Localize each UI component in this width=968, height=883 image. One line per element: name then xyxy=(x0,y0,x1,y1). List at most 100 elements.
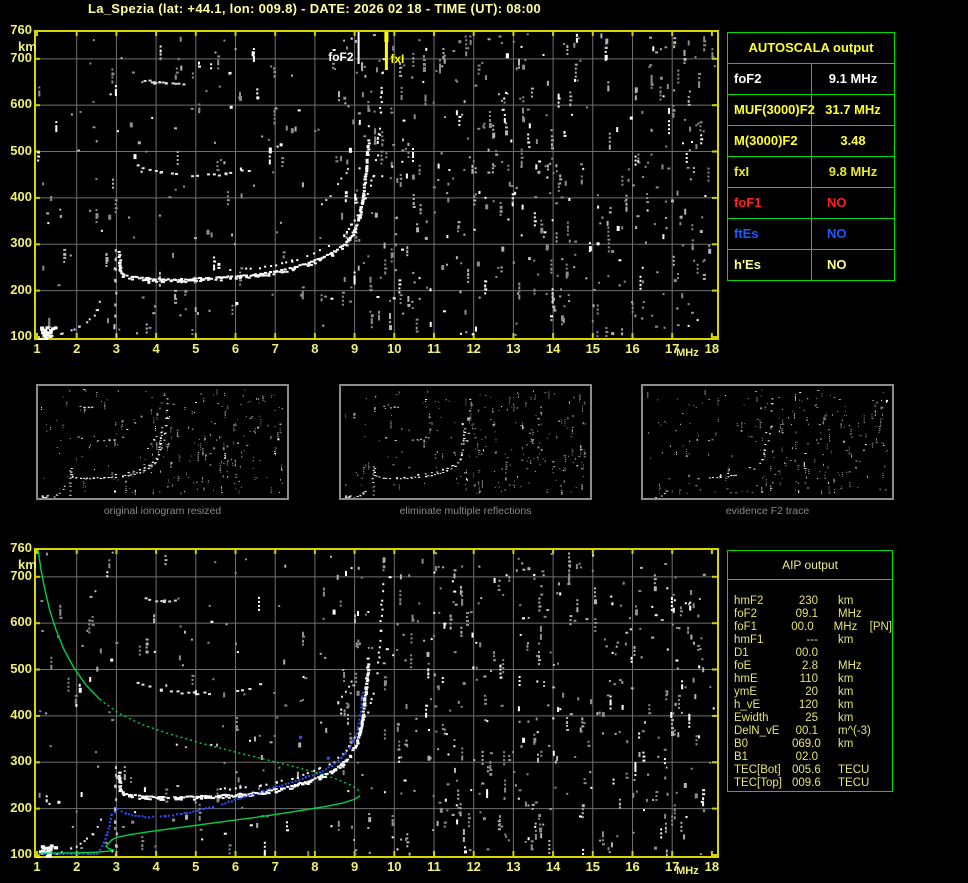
aip-label: D1 xyxy=(734,647,792,660)
aip-row-delnve: DelN_vE00.1m^(-3) xyxy=(734,725,892,738)
thumbnail-caption-eliminate: eliminate multiple reflections xyxy=(339,505,592,517)
aip-value: 20 xyxy=(792,686,818,699)
x-tick-label: 15 xyxy=(581,860,605,874)
x-tick-label: 14 xyxy=(541,860,565,874)
aip-label: TEC[Bot] xyxy=(734,764,792,777)
aip-row-hme: hmE110km xyxy=(734,673,892,686)
autoscala-param-label: foF1 xyxy=(728,188,812,218)
x-tick-label: 16 xyxy=(621,342,645,356)
aip-row-fof2: foF209.1MHz xyxy=(734,608,892,621)
aip-unit: MHz xyxy=(838,660,876,673)
aip-unit: km xyxy=(838,738,876,751)
thumbnail-eliminate-reflections-image xyxy=(341,386,590,498)
y-tick-label: 500 xyxy=(2,662,32,676)
x-axis-unit-label: MHz xyxy=(676,347,699,359)
aip-unit: m^(-3) xyxy=(838,725,876,738)
aip-value: 00.0 xyxy=(792,647,818,660)
aip-value: 2.8 xyxy=(792,660,818,673)
x-tick-label: 9 xyxy=(343,860,367,874)
autoscala-output-table: AUTOSCALA output foF29.1 MHzMUF(3000)F23… xyxy=(727,32,895,281)
aip-value: 110 xyxy=(792,673,818,686)
aip-label: B0 xyxy=(734,738,792,751)
x-tick-label: 14 xyxy=(541,342,565,356)
autoscala-param-label: ftEs xyxy=(728,219,812,249)
autoscala-row-hes: h'EsNO xyxy=(728,250,894,280)
x-tick-label: 6 xyxy=(224,860,248,874)
aip-value: 02.0 xyxy=(792,751,818,764)
aip-label: ymE xyxy=(734,686,792,699)
aip-label: hmE xyxy=(734,673,792,686)
autoscala-table-header: AUTOSCALA output xyxy=(728,33,894,64)
autoscala-window: { "title": "La_Spezia (lat: +44.1, lon: … xyxy=(0,0,968,883)
x-tick-label: 6 xyxy=(224,342,248,356)
x-tick-label: 11 xyxy=(422,860,446,874)
aip-unit: km xyxy=(838,712,876,725)
aip-table-rows: hmF2230kmfoF209.1MHzfoF100.0MHz[PN]hmF1-… xyxy=(728,580,892,790)
aip-row-tecbot: TEC[Bot]005.6TECU xyxy=(734,764,892,777)
y-tick-label: 400 xyxy=(2,708,32,722)
aip-value: --- xyxy=(792,634,818,647)
y-axis-unit-label: km xyxy=(18,558,37,572)
autoscala-param-label: M(3000)F2 xyxy=(728,126,812,156)
aip-row-foe: foE2.8 MHz xyxy=(734,660,892,673)
autoscala-param-value: NO xyxy=(812,219,894,249)
y-tick-label: 600 xyxy=(2,97,32,111)
thumbnail-original-ionogram xyxy=(36,384,289,500)
x-tick-label: 10 xyxy=(382,342,406,356)
fxI-marker-label: fxI xyxy=(390,52,404,66)
aip-row-ewidth: Ewidth25km xyxy=(734,712,892,725)
aip-unit: MHz xyxy=(838,608,876,621)
x-tick-label: 2 xyxy=(65,342,89,356)
aip-value: 069.0 xyxy=(792,738,818,751)
y-tick-label: 300 xyxy=(2,236,32,250)
x-tick-label: 1 xyxy=(25,342,49,356)
x-tick-label: 2 xyxy=(65,860,89,874)
y-tick-label: 400 xyxy=(2,190,32,204)
y-axis-unit-label: km xyxy=(18,40,37,54)
aip-row-d1: D100.0 xyxy=(734,647,892,660)
top-ionogram-panel: foF2 fxI xyxy=(34,30,719,340)
aip-extra: [PN] xyxy=(870,621,892,634)
x-axis-unit-label: MHz xyxy=(676,865,699,877)
aip-label: foE xyxy=(734,660,792,673)
x-tick-label: 3 xyxy=(104,342,128,356)
autoscala-row-ftes: ftEsNO xyxy=(728,219,894,250)
aip-row-hmf2: hmF2230km xyxy=(734,595,892,608)
autoscala-param-value: NO xyxy=(812,250,894,280)
y-tick-label: 760 xyxy=(2,23,32,37)
y-tick-label: 500 xyxy=(2,144,32,158)
aip-row-tectop: TEC[Top]009.6TECU xyxy=(734,777,892,790)
y-tick-label: 100 xyxy=(2,847,32,861)
aip-unit: km xyxy=(838,686,876,699)
autoscala-table-rows: foF29.1 MHzMUF(3000)F231.7 MHzM(3000)F23… xyxy=(728,64,894,280)
aip-label: h_vE xyxy=(734,699,792,712)
foF2-marker-label: foF2 xyxy=(328,50,354,64)
aip-unit xyxy=(838,751,876,764)
x-tick-label: 3 xyxy=(104,860,128,874)
aip-value: 120 xyxy=(792,699,818,712)
x-tick-label: 5 xyxy=(184,342,208,356)
y-tick-label: 100 xyxy=(2,329,32,343)
thumbnail-caption-original: original ionogram resized xyxy=(36,505,289,517)
y-tick-label: 200 xyxy=(2,801,32,815)
aip-row-fof1: foF100.0MHz[PN] xyxy=(734,621,892,634)
autoscala-param-value: 31.7 MHz xyxy=(812,95,894,125)
aip-value: 25 xyxy=(792,712,818,725)
bottom-ionogram-plot xyxy=(34,548,719,858)
aip-value: 009.6 xyxy=(792,777,818,790)
thumbnail-evidence-f2-trace xyxy=(641,384,894,500)
autoscala-param-value: 9.1 MHz xyxy=(812,64,894,94)
x-tick-label: 13 xyxy=(501,342,525,356)
top-ionogram-plot: foF2 fxI xyxy=(34,30,719,340)
autoscala-row-fxi: fxI9.8 MHz xyxy=(728,157,894,188)
autoscala-param-value: 3.48 xyxy=(812,126,894,156)
autoscala-row-m3000f2: M(3000)F23.48 xyxy=(728,126,894,157)
autoscala-row-fof1: foF1NO xyxy=(728,188,894,219)
aip-value: 230 xyxy=(792,595,818,608)
autoscala-param-value: NO xyxy=(812,188,894,218)
x-tick-label: 7 xyxy=(263,342,287,356)
autoscala-row-fof2: foF29.1 MHz xyxy=(728,64,894,95)
aip-unit xyxy=(838,647,876,660)
aip-table-header: AIP output xyxy=(728,551,892,580)
y-tick-label: 200 xyxy=(2,283,32,297)
